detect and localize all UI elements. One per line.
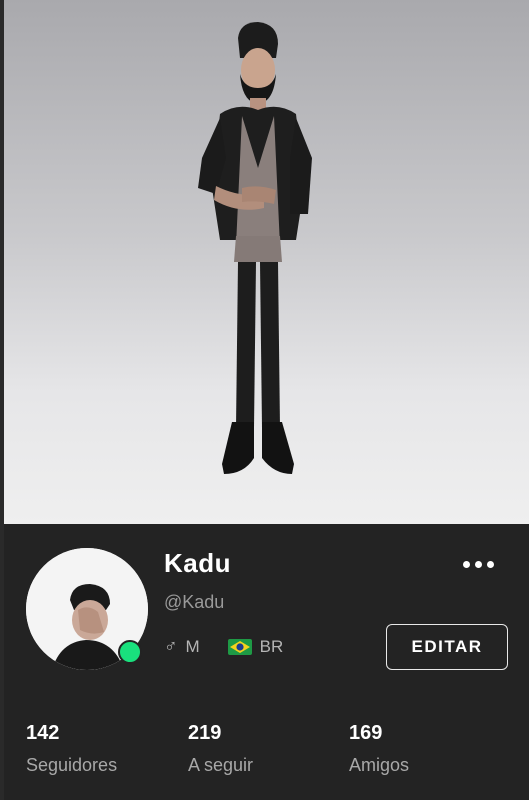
profile-username: @Kadu xyxy=(164,592,225,612)
stat-following[interactable]: 219 A seguir xyxy=(188,722,253,776)
stat-value: 169 xyxy=(349,722,383,744)
male-icon: ♂ xyxy=(164,636,178,656)
country-label: BR xyxy=(259,636,284,656)
stat-label: Amigos xyxy=(349,755,410,775)
stat-label: Seguidores xyxy=(26,755,118,775)
avatar-showcase[interactable] xyxy=(0,0,529,524)
profile-meta: ♂ M BR xyxy=(164,636,283,657)
avatar-3d-figure xyxy=(198,22,312,474)
gender-label: M xyxy=(185,636,200,656)
brazil-flag-icon xyxy=(227,638,252,655)
stat-friends[interactable]: 169 Amigos xyxy=(349,722,409,776)
left-edge xyxy=(0,0,4,800)
more-options-button[interactable] xyxy=(456,552,500,576)
more-horizontal-icon xyxy=(474,560,482,568)
online-status-indicator xyxy=(118,640,142,664)
stat-followers[interactable]: 142 Seguidores xyxy=(26,722,117,776)
profile-name: Kadu xyxy=(164,548,231,578)
edit-profile-button[interactable]: EDITAR xyxy=(386,624,508,670)
more-horizontal-icon xyxy=(462,560,470,568)
stat-value: 142 xyxy=(26,722,60,744)
stat-value: 219 xyxy=(188,722,222,744)
more-horizontal-icon xyxy=(486,560,494,568)
stat-label: A seguir xyxy=(188,755,254,775)
